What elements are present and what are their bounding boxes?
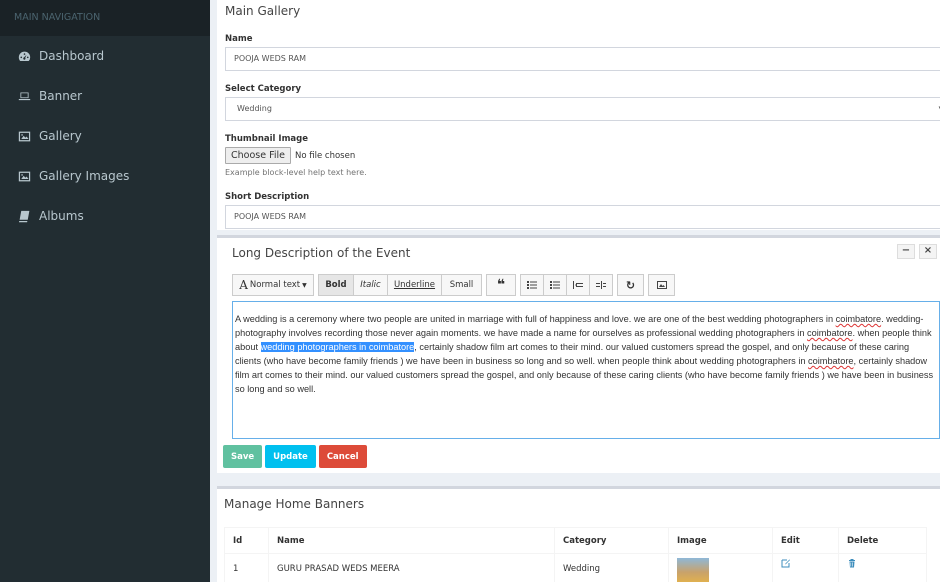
long-description-box: Long Description of the Event − × A Norm… [217, 235, 940, 473]
outdent-icon [573, 281, 583, 289]
bold-button[interactable]: Bold [318, 274, 354, 296]
save-button[interactable]: Save [223, 445, 263, 468]
banners-table: Id Name Category Image Edit Delete 1 GUR… [224, 527, 927, 582]
name-label: Name [225, 34, 253, 44]
main-gallery-box: Main Gallery Name POOJA WEDS RAM Select … [217, 0, 940, 230]
manage-banners-box: Manage Home Banners Id Name Category Ima… [217, 486, 940, 582]
list-ol-icon [550, 281, 560, 289]
cell-id: 1 [224, 553, 269, 582]
sidebar-item-gallery-images[interactable]: Gallery Images [0, 156, 210, 196]
sidebar-item-label: Banner [39, 89, 83, 103]
cancel-button[interactable]: Cancel [318, 445, 367, 468]
underline-button[interactable]: Underline [387, 274, 442, 296]
insert-image-button[interactable] [648, 274, 675, 296]
sidebar-item-gallery[interactable]: Gallery [0, 116, 210, 156]
sidebar-item-banner[interactable]: Banner [0, 76, 210, 116]
book-icon [17, 209, 31, 223]
nav-header: MAIN NAVIGATION [0, 0, 210, 36]
cell-delete [838, 553, 927, 582]
thumbnail-label: Thumbnail Image [225, 134, 309, 144]
column-header: Id [224, 527, 269, 554]
edit-icon[interactable] [781, 558, 791, 568]
refresh-icon: ↻ [625, 278, 636, 292]
column-header: Image [668, 527, 773, 554]
update-button[interactable]: Update [265, 445, 316, 468]
cell-image [668, 553, 773, 582]
indent-button[interactable] [589, 274, 613, 296]
dashboard-icon [17, 49, 31, 63]
quote-icon: ❝ [496, 277, 506, 293]
short-description-label: Short Description [225, 192, 310, 202]
sidebar-item-label: Gallery Images [39, 169, 130, 183]
column-header: Name [268, 527, 555, 554]
minus-icon: − [901, 245, 911, 256]
choose-file-button[interactable]: Choose File [225, 147, 291, 164]
help-text: Example block-level help text here. [225, 168, 367, 177]
file-status: No file chosen [295, 150, 356, 161]
cell-name: GURU PRASAD WEDS MEERA [268, 553, 555, 582]
category-label: Select Category [225, 84, 302, 94]
editor-title: Long Description of the Event [232, 246, 411, 260]
column-header: Category [554, 527, 669, 554]
unordered-list-button[interactable] [520, 274, 544, 296]
form-actions: Save Update Cancel [223, 445, 370, 468]
italic-button[interactable]: Italic [353, 274, 388, 296]
selected-text: wedding photographers in coimbatore [260, 342, 415, 352]
image-icon [17, 169, 31, 183]
small-button[interactable]: Small [441, 274, 482, 296]
ordered-list-button[interactable] [543, 274, 567, 296]
trash-icon[interactable] [847, 558, 857, 568]
content-area: Main Gallery Name POOJA WEDS RAM Select … [210, 0, 940, 582]
sidebar-item-label: Albums [39, 209, 84, 223]
category-select[interactable]: Wedding ▼ [225, 97, 940, 121]
text-style-dropdown[interactable]: A Normal text ▼ [232, 274, 314, 296]
indent-icon [596, 281, 606, 289]
cell-category: Wedding [554, 553, 669, 582]
sidebar-item-dashboard[interactable]: Dashboard [0, 36, 210, 76]
short-description-input[interactable]: POOJA WEDS RAM [225, 205, 940, 229]
banners-title: Manage Home Banners [224, 497, 365, 511]
laptop-icon [17, 89, 31, 103]
cell-edit [772, 553, 839, 582]
outdent-button[interactable] [566, 274, 590, 296]
refresh-button[interactable]: ↻ [617, 274, 644, 296]
file-input[interactable]: Choose File No file chosen [225, 147, 355, 164]
close-icon: × [923, 245, 933, 256]
list-ul-icon [527, 281, 537, 289]
column-header: Delete [838, 527, 927, 554]
sidebar-item-albums[interactable]: Albums [0, 196, 210, 236]
font-icon: A [239, 278, 248, 292]
column-header: Edit [772, 527, 839, 554]
sidebar-item-label: Gallery [39, 129, 82, 143]
banner-thumbnail [677, 558, 709, 582]
caret-down-icon: ▼ [302, 281, 307, 289]
name-input[interactable]: POOJA WEDS RAM [225, 47, 940, 71]
category-selected-value: Wedding [237, 104, 272, 113]
page-title: Main Gallery [225, 4, 301, 18]
editor-toolbar: A Normal text ▼ Bold Italic Underline Sm… [232, 274, 675, 296]
long-description-editor[interactable]: A wedding is a ceremony where two people… [232, 301, 940, 439]
sidebar: MAIN NAVIGATION Dashboard Banner Gallery… [0, 0, 210, 582]
table-row: 1 GURU PRASAD WEDS MEERA Wedding [224, 553, 927, 582]
collapse-button[interactable]: − [897, 244, 915, 259]
remove-button[interactable]: × [919, 244, 937, 259]
table-header-row: Id Name Category Image Edit Delete [224, 527, 927, 554]
quote-button[interactable]: ❝ [486, 274, 516, 296]
image-icon [17, 129, 31, 143]
image-icon [656, 281, 667, 289]
sidebar-item-label: Dashboard [39, 49, 105, 63]
